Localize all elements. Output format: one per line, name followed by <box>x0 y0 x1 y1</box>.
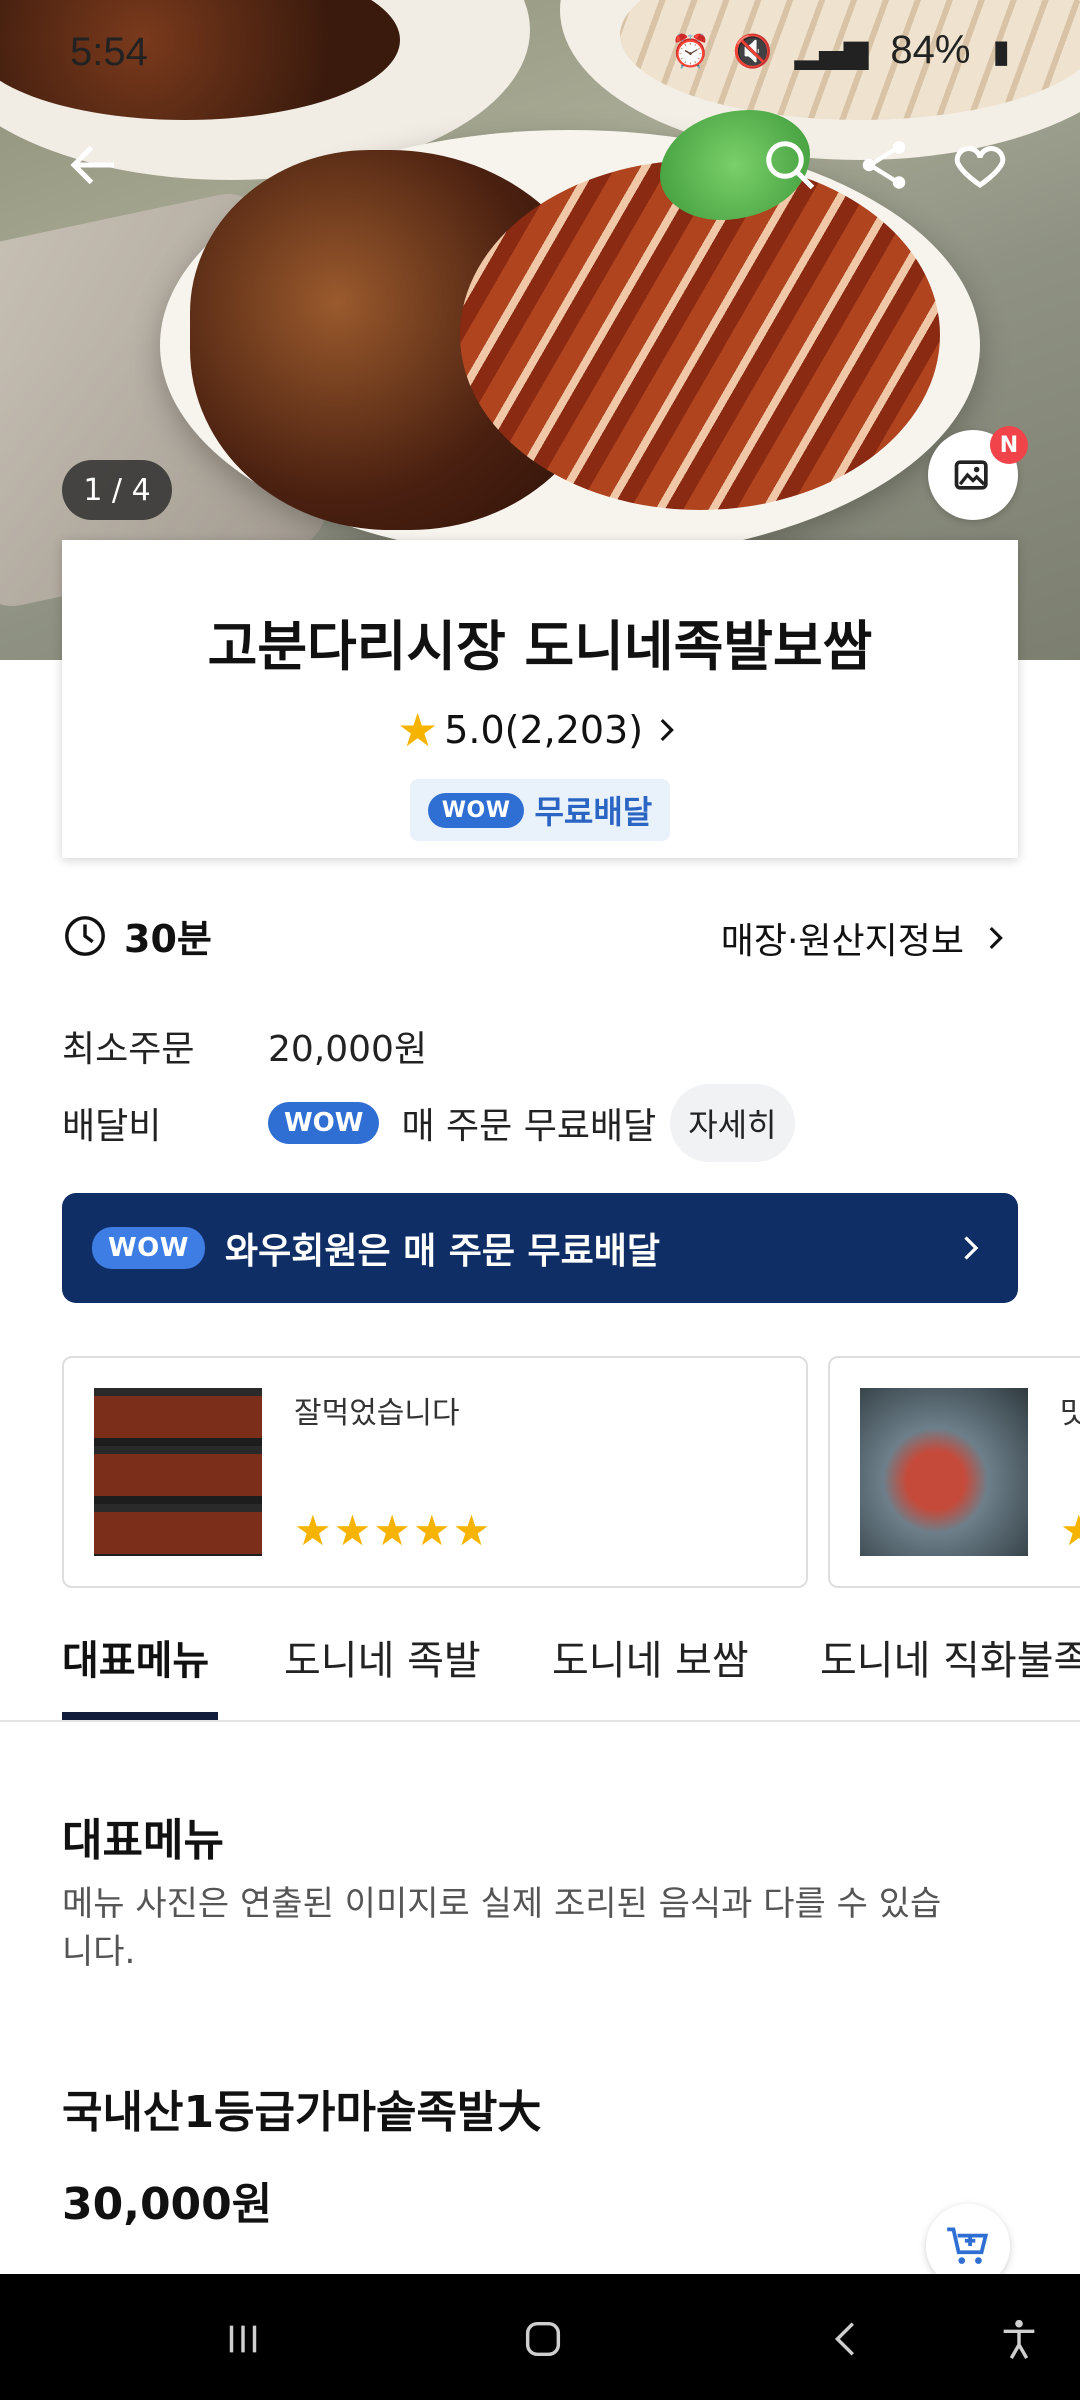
store-info-card: 고분다리시장 도니네족발보쌈 ★ 5.0(2,203) WOW 무료배달 <box>62 540 1018 858</box>
home-icon <box>525 2321 561 2357</box>
back-button[interactable] <box>54 125 134 205</box>
active-tab-indicator <box>62 1712 218 1720</box>
review-text: 잘먹었습니다 <box>294 1396 460 1431</box>
photo-reviews-button[interactable]: N <box>928 426 1028 520</box>
status-bar: 5:54 ⏰ 🔇 ▂▄▆ 84% ▮ <box>0 0 1080 110</box>
delivery-fee-label: 배달비 <box>62 1106 162 1147</box>
system-back-button[interactable] <box>812 2304 882 2374</box>
wow-free-delivery-badge: WOW 무료배달 <box>409 779 671 841</box>
signal-icon: ▂▄▆ <box>794 31 869 70</box>
clock-icon <box>65 915 105 956</box>
menu-item-name[interactable]: 국내산1등급가마솥족발大 <box>62 2076 541 2140</box>
chevron-right-icon <box>660 718 674 742</box>
store-origin-info-link[interactable]: 매장·원산지정보 <box>721 912 1012 964</box>
tab-representative-menu[interactable]: 대표메뉴 <box>62 1628 209 1686</box>
battery-percent: 84% <box>890 28 971 72</box>
min-order-label: 최소주문 <box>62 1029 195 1070</box>
review-photo <box>860 1388 1028 1556</box>
new-badge: N <box>990 426 1028 464</box>
cart-plus-icon <box>947 2227 989 2264</box>
rating-value: 5.0(2,203) <box>444 708 644 752</box>
free-delivery-label: 무료배달 <box>534 793 653 831</box>
system-navigation-bar <box>0 2274 1080 2400</box>
wow-badge: WOW <box>427 792 525 828</box>
arrow-left-icon <box>70 145 114 185</box>
search-button[interactable] <box>750 125 830 205</box>
search-icon <box>766 141 815 190</box>
battery-icon: ▮ <box>992 31 1010 70</box>
gallery-icon <box>954 460 988 490</box>
wow-membership-banner[interactable]: WOW 와우회원은 매 주문 무료배달 <box>62 1193 1018 1303</box>
wow-badge: WOW <box>268 1102 380 1144</box>
min-order-value: 20,000원 <box>268 1029 428 1070</box>
status-icons: ⏰ 🔇 ▂▄▆ 84% ▮ <box>671 28 1010 73</box>
accessibility-icon <box>1003 2319 1035 2360</box>
image-page-indicator: 1 / 4 <box>62 460 172 520</box>
min-order-row: 최소주문 20,000원 <box>62 1020 427 1072</box>
menu-category-tabs: 대표메뉴 도니네 족발 도니네 보쌈 도니네 직화불족 <box>0 1600 1080 1722</box>
heart-icon <box>954 146 1006 188</box>
review-photo <box>94 1388 262 1556</box>
menu-item-price: 30,000원 <box>62 2179 273 2230</box>
menu-section-title: 대표메뉴 <box>62 1815 224 1866</box>
review-card[interactable]: 맛 ★ <box>828 1356 1080 1588</box>
tab-bossam[interactable]: 도니네 보쌈 <box>552 1628 749 1686</box>
tab-jokbal[interactable]: 도니네 족발 <box>284 1628 481 1686</box>
origin-link-label: 매장·원산지정보 <box>720 921 964 962</box>
recent-apps-icon <box>229 2325 257 2353</box>
recent-apps-button[interactable] <box>208 2304 278 2374</box>
wow-badge: WOW <box>92 1227 205 1269</box>
review-rating-stars: ★ <box>1060 1506 1080 1555</box>
delivery-fee-detail-button[interactable]: 자세히 <box>670 1084 795 1162</box>
delivery-fee-value: 매 주문 무료배달 <box>401 1106 657 1147</box>
alarm-icon: ⏰ <box>670 31 711 70</box>
delivery-time-value: 30분 <box>124 917 212 961</box>
delivery-time: 30분 <box>62 908 212 963</box>
status-time: 5:54 <box>70 30 148 74</box>
review-card[interactable]: 잘먹었습니다 ★★★★★ <box>62 1356 808 1588</box>
chevron-right-icon <box>989 926 1003 950</box>
review-rating-stars: ★★★★★ <box>294 1506 493 1555</box>
tab-grilled-jokbal[interactable]: 도니네 직화불족 <box>820 1628 1080 1686</box>
chevron-left-icon <box>834 2322 854 2356</box>
mute-icon: 🔇 <box>732 31 773 70</box>
menu-section-description: 메뉴 사진은 연출된 이미지로 실제 조리된 음식과 다를 수 있습니다. <box>62 1884 942 1972</box>
rating-link[interactable]: ★ 5.0(2,203) <box>62 703 1018 757</box>
chevron-right-icon <box>964 1236 979 1260</box>
star-icon: ★ <box>396 703 439 757</box>
wow-banner-text: 와우회원은 매 주문 무료배달 <box>224 1231 661 1272</box>
home-button[interactable] <box>508 2304 578 2374</box>
share-button[interactable] <box>844 125 924 205</box>
store-name: 고분다리시장 도니네족발보쌈 <box>207 615 873 678</box>
favorite-button[interactable] <box>940 125 1020 205</box>
delivery-fee-row: 배달비 WOW 매 주문 무료배달 자세히 <box>62 1084 795 1162</box>
review-text: 맛 <box>1060 1388 1080 1432</box>
share-icon <box>862 141 906 189</box>
accessibility-button[interactable] <box>984 2304 1054 2374</box>
